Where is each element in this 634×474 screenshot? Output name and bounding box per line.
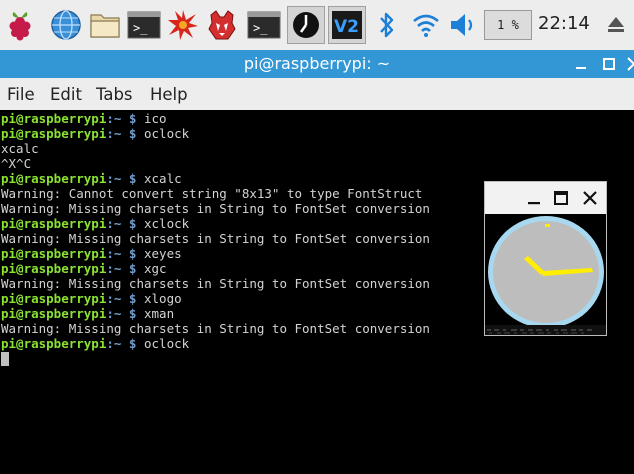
oclock-face [485,214,606,335]
terminal-output-line: Warning: Missing charsets in String to F… [1,231,430,246]
window-titlebar[interactable]: pi@raspberrypi: ~ [0,50,634,78]
command-text: oclock [144,336,190,351]
terminal-lines: pi@raspberrypi:~ $ ico pi@raspberrypi:~ $… [1,111,430,366]
cpu-usage-value: 1 % [497,18,519,32]
oclock-window[interactable] [484,181,607,336]
wifi-icon[interactable] [407,6,445,44]
terminal-command-line: pi@raspberrypi:~ $ xgc [1,261,430,276]
terminal-command-line: pi@raspberrypi:~ $ xcalc [1,171,430,186]
command-text: xcalc [144,171,182,186]
terminal-output-line: xcalc [1,141,39,156]
terminal-icon[interactable]: >_ [125,6,163,44]
command-text: xgc [144,261,167,276]
prompt-path: :~ $ [106,246,144,261]
prompt-path: :~ $ [106,336,144,351]
maximize-button[interactable] [600,55,618,73]
prompt-user: pi@raspberrypi [1,336,107,351]
oclock-minimize-button[interactable] [525,189,543,211]
prompt-user: pi@raspberrypi [1,246,107,261]
close-button[interactable] [625,55,634,73]
raspberry-menu-icon[interactable] [1,6,39,44]
terminal-command-line: pi@raspberrypi:~ $ xlogo [1,291,430,306]
file-manager-icon[interactable] [86,6,124,44]
menu-edit[interactable]: Edit [50,85,82,104]
prompt-user: pi@raspberrypi [1,261,107,276]
oclock-close-button[interactable] [581,189,599,211]
svg-text:>_: >_ [133,21,148,35]
svg-text:V2: V2 [334,17,359,37]
prompt-path: :~ $ [106,171,144,186]
terminal-output-line: Warning: Missing charsets in String to F… [1,276,430,291]
svg-text:>_: >_ [253,21,268,35]
prompt-user: pi@raspberrypi [1,126,107,141]
prompt-user: pi@raspberrypi [1,171,107,186]
taskbar-panel: >_ >_ V2 1 % 22:14 [0,0,634,50]
command-text: xman [144,306,175,321]
volume-icon[interactable] [444,6,482,44]
vnc-icon[interactable]: V2 [328,6,366,44]
prompt-path: :~ $ [106,306,144,321]
prompt-user: pi@raspberrypi [1,291,107,306]
prompt-user: pi@raspberrypi [1,306,107,321]
terminal-command-line: pi@raspberrypi:~ $ oclock [1,126,430,141]
command-text: xclock [144,216,190,231]
menu-bar: File Edit Tabs Help [0,78,634,110]
command-text: ico [144,111,167,126]
terminal-icon[interactable]: >_ [245,6,283,44]
terminal-command-line: pi@raspberrypi:~ $ ico [1,111,430,126]
burst-app-icon[interactable] [164,6,202,44]
oclock-icon[interactable] [287,6,325,44]
terminal-input-line[interactable] [1,351,430,366]
oclock-tick-12 [545,224,550,227]
prompt-path: :~ $ [106,111,144,126]
menu-help[interactable]: Help [150,85,188,104]
terminal-output-line: ^X^C [1,156,32,171]
terminal-command-line: pi@raspberrypi:~ $ xeyes [1,246,430,261]
command-text: xlogo [144,291,182,306]
web-browser-icon[interactable] [47,6,85,44]
oclock-maximize-button[interactable] [552,189,570,211]
panel-clock[interactable]: 22:14 [538,13,590,34]
prompt-path: :~ $ [106,216,144,231]
terminal-output-line: Warning: Cannot convert string "8x13" to… [1,186,423,201]
command-text: oclock [144,126,190,141]
wolfram-icon[interactable] [203,6,241,44]
window-title: pi@raspberrypi: ~ [243,54,391,73]
prompt-path: :~ $ [106,261,144,276]
eject-icon[interactable] [606,14,626,38]
bluetooth-icon[interactable] [368,6,406,44]
menu-tabs[interactable]: Tabs [96,85,133,104]
prompt-user: pi@raspberrypi [1,216,107,231]
terminal-cursor [1,352,9,366]
command-text: xeyes [144,246,182,261]
prompt-path: :~ $ [106,126,144,141]
prompt-path: :~ $ [106,291,144,306]
terminal-command-line: pi@raspberrypi:~ $ xclock [1,216,430,231]
menu-file[interactable]: File [7,85,35,104]
terminal-output-line: Warning: Missing charsets in String to F… [1,321,430,336]
terminal-command-line: pi@raspberrypi:~ $ xman [1,306,430,321]
prompt-user: pi@raspberrypi [1,111,107,126]
cpu-usage-monitor[interactable]: 1 % [484,10,532,40]
oclock-window-footer [485,325,606,335]
terminal-output-line: Warning: Missing charsets in String to F… [1,201,430,216]
minimize-button[interactable] [572,55,590,73]
terminal-command-line: pi@raspberrypi:~ $ oclock [1,336,430,351]
